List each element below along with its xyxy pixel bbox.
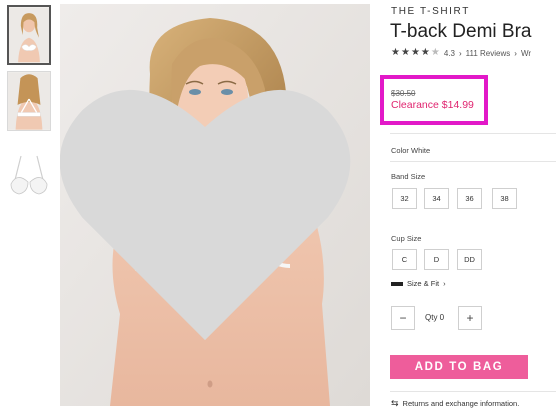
band-size-option-32[interactable]: 32 [392,188,417,209]
thumbnail-product-image [10,155,48,195]
product-collection: THE T-SHIRT [391,6,470,17]
star-icon: ★ [410,47,420,58]
returns-text: Returns and exchange information. [402,399,520,408]
returns-info-link[interactable]: ⇆ Returns and exchange information. [391,398,520,409]
thumbnail-back-view[interactable] [7,71,51,131]
quantity-increase-button[interactable]: + [458,306,482,330]
ruler-icon [391,281,403,286]
size-fit-label: Size & Fit [407,279,440,288]
product-title: T-back Demi Bra [390,21,532,42]
original-price: $30.50 [391,89,416,98]
price-highlight-box: $30.50 Clearance $14.99 [380,75,488,125]
star-icon: ★ [420,47,430,58]
band-size-option-36[interactable]: 36 [457,188,482,209]
cup-size-label: Cup Size [391,234,422,243]
star-icon: ★ [391,47,400,58]
cup-size-option-c[interactable]: C [392,249,417,270]
rating-row: ★ ★ ★ ★ ★ 4.3 › 111 Reviews › Wr [391,47,531,59]
reviews-link[interactable]: 111 Reviews [466,49,511,58]
divider [390,391,556,392]
cup-size-option-dd[interactable]: DD [457,249,482,270]
thumbnail-product-only[interactable] [7,150,51,202]
rating-value: 4.3 [443,48,455,58]
star-icon: ★ [400,47,410,58]
product-page: THE T-SHIRT T-back Demi Bra ★ ★ ★ ★ ★ 4.… [0,0,556,409]
quantity-value: Qty 0 [425,313,445,322]
chevron-right-icon: › [514,48,517,58]
thumbnail-front-image [9,7,49,63]
chevron-right-icon: › [443,279,446,288]
divider [390,161,556,162]
add-to-bag-button[interactable]: ADD TO BAG [390,355,528,379]
heart-icon[interactable] [60,10,360,406]
band-size-label: Band Size [391,172,426,181]
exchange-icon: ⇆ [391,398,399,408]
divider [390,133,556,134]
chevron-right-icon: › [458,48,462,58]
star-rating: ★ ★ ★ ★ ★ [391,48,440,58]
clearance-price: Clearance $14.99 [391,99,474,111]
half-star-icon: ★ [430,47,440,58]
band-size-option-38[interactable]: 38 [492,188,517,209]
color-label: Color White [391,146,431,155]
write-review-link[interactable]: Wr [521,49,531,58]
thumbnail-back-image [8,72,50,130]
thumbnail-front-view[interactable] [7,5,51,65]
quantity-decrease-button[interactable]: − [391,306,415,330]
cup-size-option-d[interactable]: D [424,249,449,270]
size-fit-link[interactable]: Size & Fit › [391,279,446,288]
band-size-option-34[interactable]: 34 [424,188,449,209]
main-product-image[interactable] [60,4,370,406]
